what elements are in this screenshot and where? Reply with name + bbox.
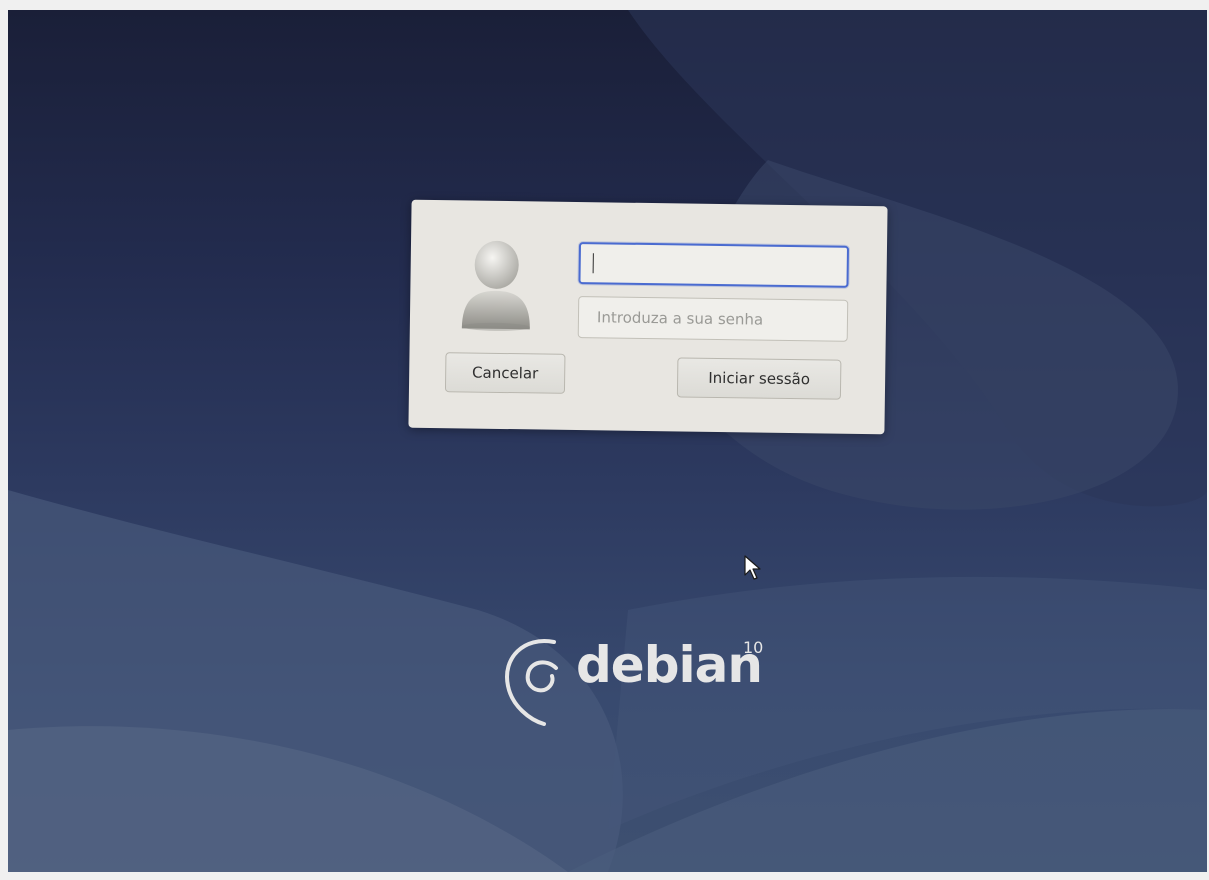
debian-version: 10 [743,638,764,657]
debian-swirl-icon [505,639,558,726]
text-caret [592,253,594,274]
mouse-pointer-icon [744,555,761,580]
username-input[interactable] [578,242,850,288]
password-placeholder: Introduza a sua senha [596,308,764,329]
password-input[interactable]: Introduza a sua senha [577,296,849,342]
wallpaper [8,10,1207,872]
login-dialog: Introduza a sua senha Cancelar Iniciar s… [408,199,888,435]
debian-logo: debian 10 [496,628,796,738]
cancel-button[interactable]: Cancelar [444,352,566,394]
login-screen: Introduza a sua senha Cancelar Iniciar s… [8,10,1207,872]
login-button[interactable]: Iniciar sessão [676,357,842,400]
photo-frame: Introduza a sua senha Cancelar Iniciar s… [0,0,1209,880]
debian-wordmark: debian [576,636,763,694]
user-avatar-icon [456,236,537,333]
